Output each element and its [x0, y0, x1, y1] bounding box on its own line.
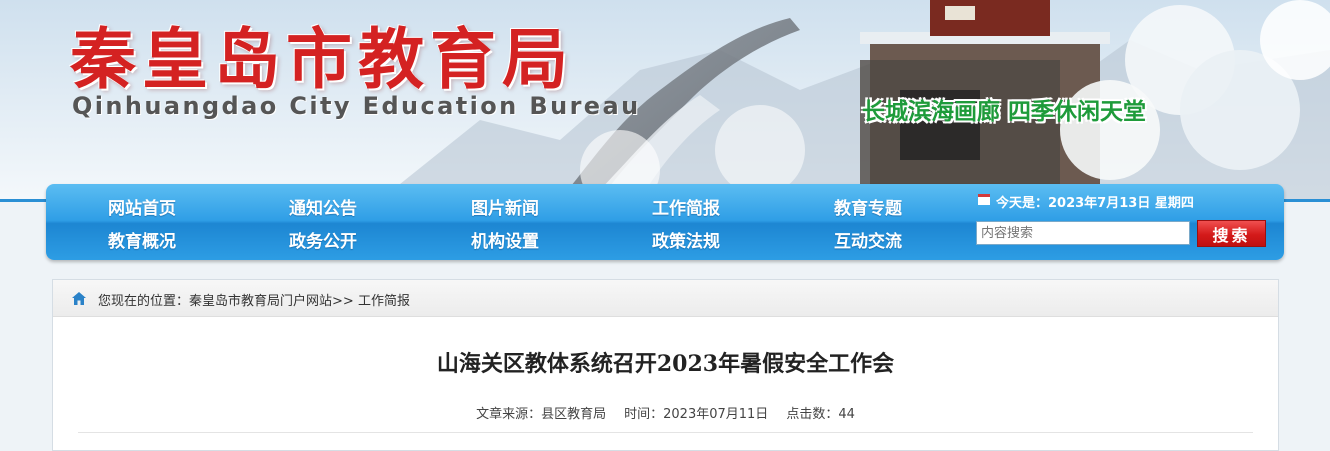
breadcrumb-prefix: 您现在的位置：: [98, 294, 190, 309]
site-banner: 秦皇岛市教育局 Qinhuangdao City Education Burea…: [0, 0, 1330, 200]
home-icon: [72, 292, 86, 305]
search-button[interactable]: 搜索: [1197, 220, 1266, 247]
nav-item-work-briefs[interactable]: 工作简报: [652, 194, 720, 219]
city-slogan: 长城滨海画廊 四季休闲天堂: [862, 99, 1147, 125]
nav-item-interaction[interactable]: 互动交流: [834, 227, 902, 252]
calendar-icon: [978, 194, 990, 205]
article-clicks: 点击数：44: [786, 407, 855, 422]
breadcrumb: 您现在的位置：秦皇岛市教育局门户网站>> 工作简报: [98, 290, 410, 309]
breadcrumb-link-work-briefs[interactable]: 工作简报: [358, 294, 410, 309]
article-meta: 文章来源：县区教育局 时间：2023年07月11日 点击数：44: [53, 403, 1278, 422]
article-title: 山海关区教体系统召开2023年暑假安全工作会: [436, 351, 895, 377]
article-source: 文章来源：县区教育局: [476, 407, 607, 422]
breadcrumb-link-portal[interactable]: 秦皇岛市教育局门户网站: [189, 294, 332, 309]
article-panel: 您现在的位置：秦皇岛市教育局门户网站>> 工作简报 山海关区教体系统召开2023…: [52, 279, 1279, 451]
nav-item-photo-news[interactable]: 图片新闻: [471, 194, 539, 219]
nav-item-home[interactable]: 网站首页: [108, 194, 176, 219]
meta-divider: [78, 432, 1253, 433]
site-title-chinese: 秦皇岛市教育局: [70, 21, 574, 98]
breadcrumb-separator: >>: [332, 294, 354, 309]
nav-item-organization[interactable]: 机构设置: [471, 227, 539, 252]
nav-item-edu-topics[interactable]: 教育专题: [834, 194, 902, 219]
site-title-english: Qinhuangdao City Education Bureau: [72, 92, 641, 120]
today-date: 今天是：2023年7月13日 星期四: [996, 196, 1194, 211]
nav-item-notices[interactable]: 通知公告: [289, 194, 357, 219]
nav-item-gov-affairs[interactable]: 政务公开: [289, 227, 357, 252]
search-input[interactable]: [976, 221, 1190, 245]
breadcrumb-bar: 您现在的位置：秦皇岛市教育局门户网站>> 工作简报: [53, 280, 1278, 317]
article-time: 时间：2023年07月11日: [624, 407, 769, 422]
nav-item-overview[interactable]: 教育概况: [108, 227, 176, 252]
nav-item-policies[interactable]: 政策法规: [652, 227, 720, 252]
